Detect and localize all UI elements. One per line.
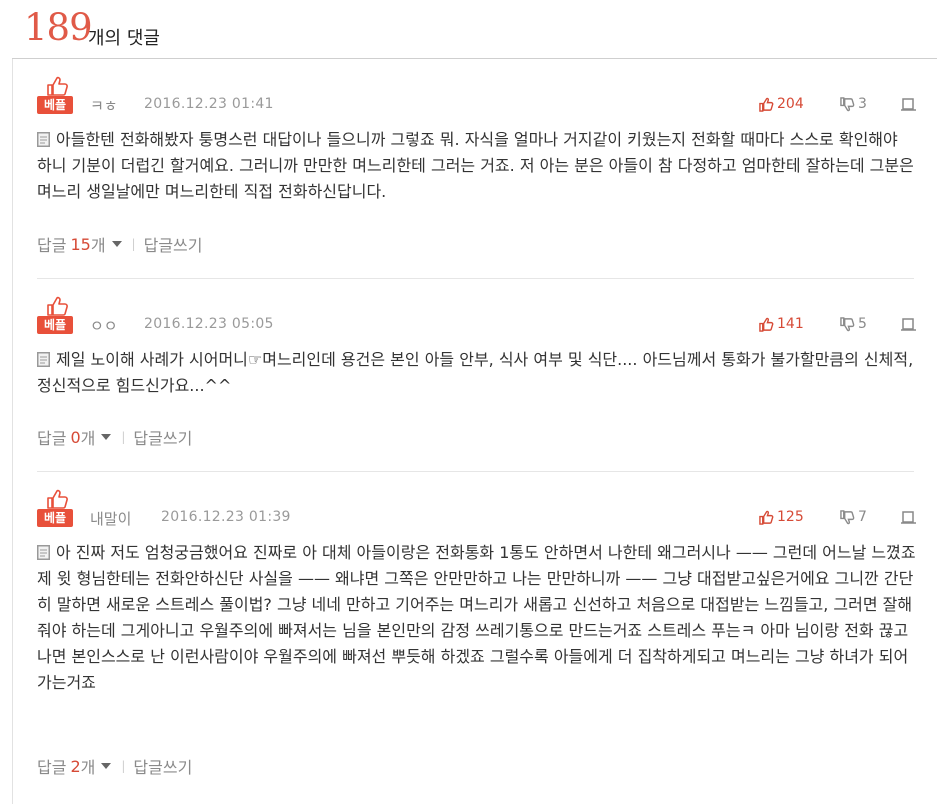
reply-label: 답글: [37, 758, 67, 777]
comment-list: 베플 ㅋㅎ 2016.12.23 01:41 204 3 아들한텐 전화해봤자 …: [12, 59, 937, 804]
reply-label: 답글: [37, 236, 67, 255]
comment-text: 아 진짜 저도 엄청궁금했어요 진짜로 아 대체 아들이랑은 전화통화 1통도 …: [37, 543, 916, 692]
report-icon[interactable]: [901, 97, 917, 111]
reply-toggle[interactable]: 답글 2 개 | 답글쓰기: [37, 754, 192, 778]
like-count: 141: [777, 316, 804, 332]
thumbs-down-icon: [840, 96, 855, 111]
comment-date: 2016.12.23 01:39: [161, 509, 291, 525]
report-icon[interactable]: [901, 510, 917, 524]
comment-text: 제일 노이해 사례가 시어머니☞며느리인데 용건은 본인 아들 안부, 식사 여…: [37, 350, 914, 395]
comment-item: 베플 ㅋㅎ 2016.12.23 01:41 204 3 아들한텐 전화해봤자 …: [13, 59, 937, 279]
reply-unit: 개: [90, 236, 106, 255]
comment-body: 아들한텐 전화해봤자 퉁명스런 대답이나 들으니까 그렇죠 뭐. 자식을 얼마나…: [37, 127, 917, 205]
chevron-down-icon[interactable]: [101, 763, 112, 769]
dislike-count: 5: [858, 316, 867, 332]
dislike-button[interactable]: 7: [840, 509, 867, 525]
comment-date: 2016.12.23 01:41: [144, 96, 274, 112]
thumbs-up-icon: [759, 97, 774, 112]
chevron-down-icon[interactable]: [111, 241, 122, 247]
thumbs-down-icon: [840, 509, 855, 524]
report-icon[interactable]: [901, 317, 917, 331]
divider: |: [121, 759, 126, 773]
like-button[interactable]: 141: [759, 316, 804, 332]
reply-unit: 개: [80, 758, 96, 777]
write-reply-link[interactable]: 답글쓰기: [144, 232, 203, 256]
comment-count: 189: [24, 6, 93, 49]
best-label: 베플: [37, 96, 73, 114]
like-count: 204: [777, 96, 804, 112]
dislike-button[interactable]: 3: [840, 96, 867, 112]
comment-author[interactable]: ㅋㅎ: [90, 95, 118, 116]
best-label: 베플: [37, 316, 73, 334]
best-badge: 베플: [37, 489, 75, 531]
reply-toggle[interactable]: 답글 0 개 | 답글쓰기: [37, 425, 192, 449]
best-badge: 베플: [37, 296, 75, 338]
reply-unit: 개: [80, 429, 96, 448]
reply-count: 15: [70, 234, 91, 254]
thumbs-up-icon: [47, 489, 68, 509]
document-icon: [37, 132, 50, 147]
comment-body: 아 진짜 저도 엄청궁금했어요 진짜로 아 대체 아들이랑은 전화통화 1통도 …: [37, 540, 917, 696]
like-button[interactable]: 204: [759, 96, 804, 112]
document-icon: [37, 352, 50, 367]
dislike-count: 3: [858, 96, 867, 112]
chevron-down-icon[interactable]: [101, 434, 112, 440]
thumbs-up-icon: [47, 76, 68, 96]
comment-date: 2016.12.23 05:05: [144, 316, 274, 332]
reply-count: 2: [70, 756, 81, 776]
thumbs-up-icon: [759, 510, 774, 525]
comment-author[interactable]: 내말이: [90, 508, 131, 529]
write-reply-link[interactable]: 답글쓰기: [133, 425, 192, 449]
dislike-count: 7: [858, 509, 867, 525]
reply-toggle[interactable]: 답글 15 개 | 답글쓰기: [37, 232, 202, 256]
dislike-button[interactable]: 5: [840, 316, 867, 332]
thumbs-down-icon: [840, 316, 855, 331]
comment-item: 베플 ㅇㅇ 2016.12.23 05:05 141 5 제일 노이해 사례가 …: [13, 279, 937, 472]
reply-label: 답글: [37, 429, 67, 448]
like-button[interactable]: 125: [759, 509, 804, 525]
document-icon: [37, 545, 50, 560]
divider: |: [121, 430, 126, 444]
comments-header: 189 개의 댓글: [0, 0, 937, 60]
best-label: 베플: [37, 509, 73, 527]
comment-text: 아들한텐 전화해봤자 퉁명스런 대답이나 들으니까 그렇죠 뭐. 자식을 얼마나…: [37, 130, 914, 201]
divider: |: [131, 237, 136, 251]
reply-count: 0: [70, 427, 81, 447]
comment-body: 제일 노이해 사례가 시어머니☞며느리인데 용건은 본인 아들 안부, 식사 여…: [37, 347, 917, 399]
write-reply-link[interactable]: 답글쓰기: [133, 754, 192, 778]
thumbs-up-icon: [759, 317, 774, 332]
like-count: 125: [777, 509, 804, 525]
thumbs-up-icon: [47, 296, 68, 316]
comment-count-label: 개의 댓글: [88, 28, 160, 49]
comment-author[interactable]: ㅇㅇ: [90, 315, 118, 336]
comment-item: 베플 내말이 2016.12.23 01:39 125 7 아 진짜 저도 엄청…: [13, 472, 937, 804]
best-badge: 베플: [37, 76, 75, 118]
